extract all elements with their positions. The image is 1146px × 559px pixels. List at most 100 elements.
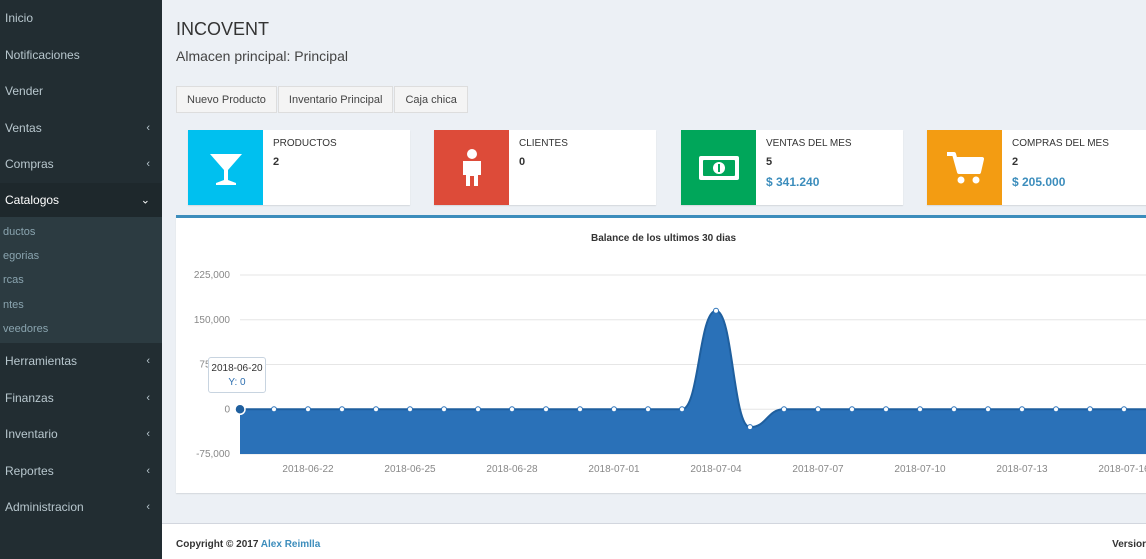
- data-point: [1087, 406, 1093, 413]
- sidebar-item-inicio[interactable]: Inicio: [0, 0, 162, 37]
- data-point: [407, 406, 413, 413]
- sidebar-item-label: Compras: [5, 157, 54, 172]
- button-row: Nuevo Producto Inventario Principal Caja…: [176, 86, 469, 113]
- sidebar-item-inventario[interactable]: Inventario ‹: [0, 416, 162, 453]
- info-box-number: 5: [766, 156, 773, 168]
- author-link[interactable]: Alex Reimlla: [261, 539, 320, 550]
- sidebar-item-herramientas[interactable]: Herramientas ‹: [0, 343, 162, 380]
- data-point: [849, 406, 855, 413]
- info-box-compras: COMPRAS DEL MES 2 $ 205.000: [927, 130, 1146, 205]
- chevron-down-icon: ⌄: [140, 194, 150, 206]
- data-point: [747, 424, 753, 431]
- balance-chart: 225,000150,00075,0000-75,0002018-06-2220…: [194, 270, 1146, 475]
- chart-title: Balance de los ultimos 30 dias: [590, 233, 737, 244]
- info-box-number: 2: [1012, 156, 1019, 168]
- sidebar-item-ventas[interactable]: Ventas ‹: [0, 110, 162, 147]
- data-point: [1121, 406, 1127, 413]
- chevron-left-icon: ‹: [146, 355, 150, 368]
- info-box-label: PRODUCTOS: [273, 138, 337, 149]
- sidebar-item-catalogos[interactable]: Catalogos ⌄: [0, 182, 162, 217]
- y-tick-label: -75,000: [196, 449, 230, 460]
- sidebar-item-administracion[interactable]: Administracion ‹: [0, 489, 162, 526]
- sidebar-item-label: Finanzas: [5, 390, 54, 405]
- cart-icon: [927, 130, 1002, 205]
- data-point: [339, 406, 345, 413]
- x-tick-label: 2018-07-13: [996, 464, 1048, 475]
- x-tick-label: 2018-06-22: [282, 464, 334, 475]
- x-tick-label: 2018-07-07: [792, 464, 844, 475]
- data-point: [441, 406, 447, 413]
- data-point: [1053, 406, 1059, 413]
- info-box-label: COMPRAS DEL MES: [1012, 138, 1109, 149]
- caja-chica-button[interactable]: Caja chica: [394, 86, 468, 113]
- data-point: [577, 406, 583, 413]
- copyright-text: Copyright © 2017: [176, 539, 261, 550]
- sidebar-item-label: Inventario: [5, 427, 58, 442]
- data-point: [883, 406, 889, 413]
- chevron-left-icon: ‹: [146, 391, 150, 404]
- balance-chart-box: 225,000150,00075,0000-75,0002018-06-2220…: [176, 215, 1146, 493]
- info-box-amount: $ 341.240: [766, 175, 820, 189]
- data-point: [234, 403, 246, 415]
- money-icon: [681, 130, 756, 205]
- data-point: [1019, 406, 1025, 413]
- x-tick-label: 2018-07-01: [588, 464, 640, 475]
- page-title: INCOVENT: [176, 19, 270, 39]
- info-box-number: 0: [519, 156, 526, 168]
- chevron-left-icon: ‹: [146, 464, 150, 477]
- x-tick-label: 2018-06-25: [384, 464, 436, 475]
- sidebar-item-label: Inicio: [5, 11, 34, 26]
- info-box-ventas: VENTAS DEL MES 5 $ 341.240: [681, 130, 903, 205]
- data-point: [305, 406, 311, 413]
- data-point: [781, 406, 787, 413]
- person-icon: [434, 130, 509, 205]
- version-label: Versior: [1112, 539, 1146, 550]
- data-point: [373, 406, 379, 413]
- info-box-amount: $ 205.000: [1012, 175, 1066, 189]
- chevron-left-icon: ‹: [146, 158, 150, 171]
- data-point: [815, 406, 821, 413]
- sidebar-item-label: Notificaciones: [5, 47, 80, 62]
- chevron-left-icon: ‹: [146, 501, 150, 514]
- sidebar-item-reportes[interactable]: Reportes ‹: [0, 452, 162, 489]
- info-box-clientes: CLIENTES 0: [434, 130, 656, 205]
- submenu-item[interactable]: ductos: [0, 220, 162, 244]
- nuevo-producto-button[interactable]: Nuevo Producto: [176, 86, 277, 113]
- data-point: [645, 406, 651, 413]
- sidebar-item-finanzas[interactable]: Finanzas ‹: [0, 379, 162, 416]
- data-point: [679, 406, 685, 413]
- data-point: [713, 307, 719, 314]
- inventario-principal-button[interactable]: Inventario Principal: [277, 86, 394, 113]
- sidebar-item-notificaciones[interactable]: Notificaciones: [0, 37, 162, 74]
- data-point: [985, 406, 991, 413]
- y-tick-label: 225,000: [194, 270, 231, 281]
- data-point: [951, 406, 957, 413]
- info-box-label: CLIENTES: [519, 138, 568, 149]
- sidebar-item-vender[interactable]: Vender: [0, 73, 162, 110]
- submenu-item[interactable]: veedores: [0, 317, 162, 341]
- tooltip-value: Y: 0: [228, 377, 246, 388]
- submenu-item[interactable]: ntes: [0, 292, 162, 316]
- sidebar-item-label: Vender: [5, 84, 44, 99]
- sidebar: Inicio Notificaciones Vender Ventas ‹ Compras…: [0, 0, 162, 559]
- chart-tooltip: 2018-06-20 Y: 0: [208, 357, 266, 393]
- sidebar-item-label: Herramientas: [5, 354, 78, 369]
- x-tick-label: 2018-06-28: [486, 464, 538, 475]
- x-tick-label: 2018-07-16: [1098, 464, 1146, 475]
- content: INCOVENT Almacen principal: Principal Nu…: [162, 0, 1146, 559]
- chevron-left-icon: ‹: [146, 428, 150, 441]
- sidebar-item-compras[interactable]: Compras ‹: [0, 146, 162, 183]
- glass-icon: [188, 130, 263, 205]
- sidebar-item-label: Administracion: [5, 500, 84, 515]
- y-tick-label: 150,000: [194, 315, 231, 326]
- data-point: [611, 406, 617, 413]
- data-point: [271, 406, 277, 413]
- submenu-item[interactable]: egorias: [0, 244, 162, 268]
- sidebar-item-label: Ventas: [5, 120, 42, 135]
- footer: Copyright © 2017 Alex Reimlla Versior: [162, 523, 1146, 559]
- series-area: [240, 310, 1146, 454]
- sidebar-item-label: Catalogos: [5, 192, 60, 207]
- copyright: Copyright © 2017 Alex Reimlla: [176, 539, 320, 550]
- submenu-item[interactable]: rcas: [0, 268, 162, 292]
- tooltip-date: 2018-06-20: [211, 363, 263, 374]
